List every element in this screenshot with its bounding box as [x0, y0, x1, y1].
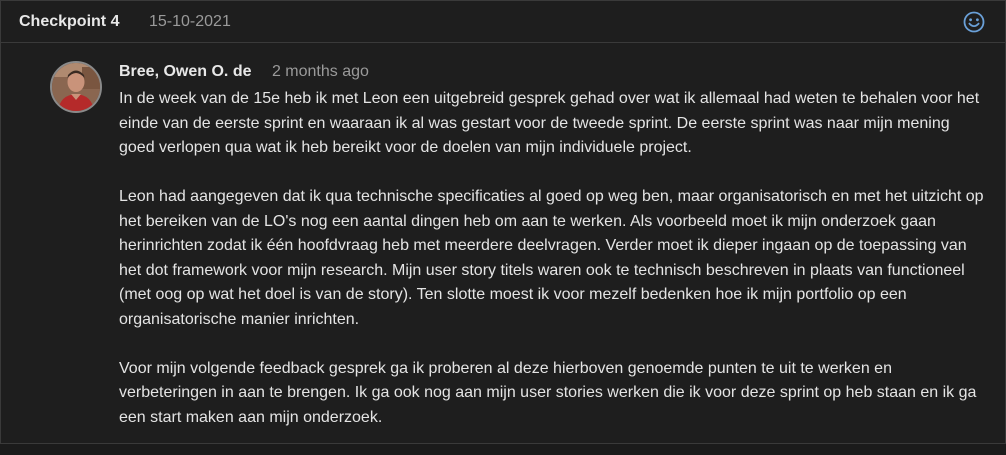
checkpoint-title: Checkpoint 4: [19, 13, 120, 30]
checkpoint-date: 15-10-2021: [149, 13, 231, 30]
checkpoint-header: Checkpoint 4 15-10-2021: [1, 1, 1005, 43]
comment-body: In de week van de 15e heb ik met Leon ee…: [119, 87, 989, 455]
comment: Bree, Owen O. de 2 months ago In de week…: [1, 43, 1005, 443]
checkpoint-card: Checkpoint 4 15-10-2021 Bree, Owen O. de…: [0, 0, 1006, 444]
comment-paragraph: In de week van de 15e heb ik met Leon ee…: [119, 90, 980, 156]
comment-paragraph: Voor mijn volgende feedback gesprek ga i…: [119, 359, 977, 426]
comment-author[interactable]: Bree, Owen O. de: [119, 63, 251, 80]
comment-paragraph: Leon had aangegeven dat ik qua technisch…: [119, 188, 984, 328]
smiley-icon[interactable]: [963, 11, 985, 33]
comment-meta: Bree, Owen O. de 2 months ago: [119, 63, 369, 81]
comment-time: 2 months ago: [271, 63, 369, 80]
user-avatar-icon: [52, 63, 100, 111]
avatar[interactable]: [50, 61, 102, 113]
